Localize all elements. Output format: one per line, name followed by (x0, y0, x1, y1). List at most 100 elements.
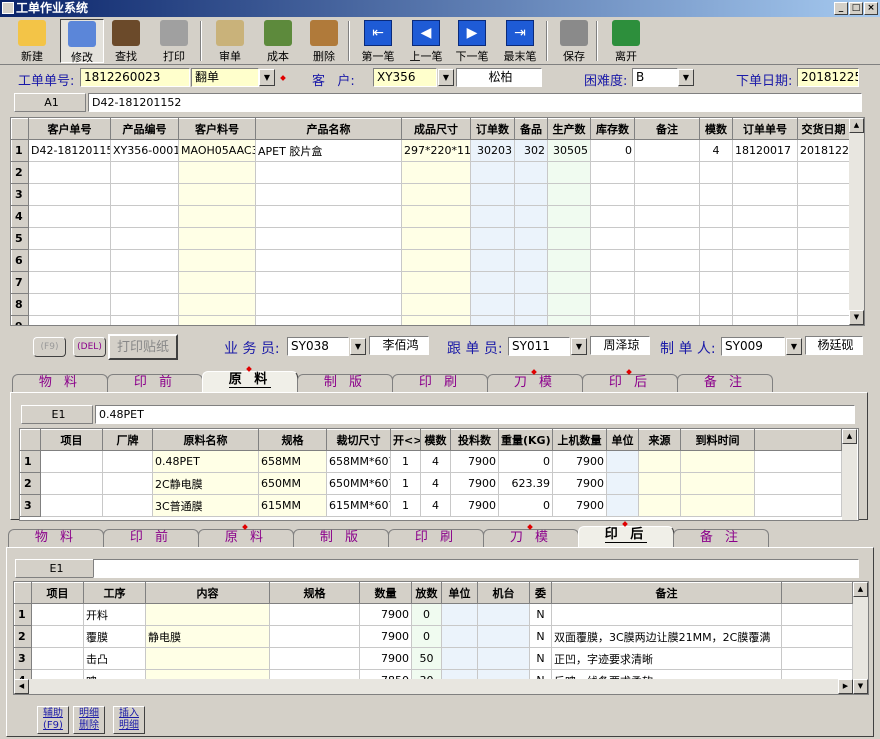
table-cell[interactable] (634, 249, 700, 272)
table-cell[interactable] (255, 205, 402, 228)
sales-name-field[interactable]: 李佰鸿 (369, 336, 429, 355)
table-cell[interactable] (699, 271, 733, 294)
tab-0[interactable]: 物 料 (12, 374, 108, 392)
table-cell[interactable]: 1 (390, 450, 421, 473)
table-cell[interactable] (269, 603, 360, 626)
table-cell[interactable] (590, 205, 635, 228)
table-cell[interactable] (178, 249, 256, 272)
table-cell[interactable] (178, 183, 256, 206)
table-cell[interactable]: 0 (590, 139, 635, 162)
column-header[interactable]: 单位 (441, 582, 478, 604)
table-cell[interactable] (102, 472, 153, 495)
toolbar-printer-button[interactable]: 打印 (152, 19, 196, 63)
table-cell[interactable] (797, 161, 850, 184)
table-cell[interactable]: 658MM (258, 450, 327, 473)
table-cell[interactable] (699, 293, 733, 316)
scroll-left-icon[interactable]: ◀ (14, 679, 29, 694)
table-cell[interactable] (110, 271, 179, 294)
table-cell[interactable]: XY356-0001 (110, 139, 179, 162)
vertical-scrollbar[interactable]: ▲ ▼ (849, 118, 864, 325)
table-cell[interactable]: N (529, 647, 552, 670)
column-header[interactable]: 项目 (31, 582, 84, 604)
table-cell[interactable] (401, 249, 471, 272)
table-cell[interactable] (441, 647, 478, 670)
table-cell[interactable]: 7900 (450, 450, 499, 473)
column-header[interactable]: 库存数 (590, 118, 635, 140)
table-cell[interactable]: 4 (420, 472, 451, 495)
table-cell[interactable]: 0 (411, 625, 442, 648)
table-cell[interactable] (477, 647, 530, 670)
column-header[interactable]: 备注 (551, 582, 782, 604)
table-cell[interactable] (40, 472, 103, 495)
customer-name-field[interactable]: 松柏 (456, 68, 542, 87)
table-cell[interactable]: 623.39 (498, 472, 553, 495)
table-cell[interactable] (590, 161, 635, 184)
table-cell[interactable] (470, 205, 515, 228)
table-cell[interactable] (28, 293, 111, 316)
column-header[interactable]: 产品名称 (255, 118, 402, 140)
table-cell[interactable] (178, 205, 256, 228)
table-row[interactable]: 3 击凸 7900 50 N 正凹，字迹要求清晰 (14, 647, 853, 670)
maker-name-field[interactable]: 杨廷砚 (805, 336, 863, 355)
table-cell[interactable]: 7900 (359, 603, 412, 626)
table-cell[interactable] (255, 227, 402, 250)
table-cell[interactable] (441, 625, 478, 648)
table-cell[interactable] (547, 293, 591, 316)
tab-5[interactable]: 刀 模 (483, 524, 579, 547)
column-header[interactable]: 来源 (638, 429, 681, 451)
table-row[interactable]: 3 (11, 183, 850, 206)
table-cell[interactable] (401, 161, 471, 184)
table-row[interactable]: 5 (11, 227, 850, 250)
table-cell[interactable] (547, 227, 591, 250)
table-cell[interactable] (732, 205, 798, 228)
column-header[interactable]: 放数 (411, 582, 442, 604)
table-cell[interactable] (638, 450, 681, 473)
table-cell[interactable] (514, 271, 548, 294)
table-cell[interactable] (40, 494, 103, 517)
toolbar-binoculars-button[interactable]: 查找 (104, 19, 148, 63)
column-header[interactable]: 模数 (699, 118, 733, 140)
table-cell[interactable]: 击凸 (83, 647, 146, 670)
table-cell[interactable] (110, 293, 179, 316)
table-cell[interactable] (269, 647, 360, 670)
table-cell[interactable]: 7900 (359, 647, 412, 670)
tab-6[interactable]: 印 后 (578, 521, 674, 547)
scroll-right-icon[interactable]: ▶ (838, 679, 853, 694)
table-cell[interactable] (110, 161, 179, 184)
scroll-up-icon[interactable]: ▲ (849, 118, 864, 133)
table-cell[interactable] (634, 205, 700, 228)
table-cell[interactable] (470, 249, 515, 272)
table-cell[interactable] (797, 227, 850, 250)
follow-dropdown-icon[interactable]: ▼ (571, 338, 587, 355)
difficulty-dropdown-icon[interactable]: ▼ (678, 69, 694, 86)
tab-7[interactable]: 备 注 (677, 374, 773, 392)
table-cell[interactable] (797, 183, 850, 206)
table-cell[interactable]: 30203 (470, 139, 515, 162)
table-cell[interactable] (797, 249, 850, 272)
table-cell[interactable]: 658MM*607MM (326, 450, 391, 473)
table-cell[interactable] (470, 293, 515, 316)
column-header[interactable]: 规格 (269, 582, 360, 604)
table-cell[interactable] (110, 183, 179, 206)
column-header[interactable]: 产品编号 (110, 118, 179, 140)
table-cell[interactable]: 3C普通膜 (152, 494, 259, 517)
table-cell[interactable] (28, 271, 111, 294)
del-button[interactable]: (DEL) (73, 337, 106, 357)
table-cell[interactable] (606, 472, 639, 495)
table-cell[interactable] (590, 293, 635, 316)
column-header[interactable]: 重量(KG) (498, 429, 553, 451)
table-cell[interactable] (178, 315, 256, 325)
column-header[interactable]: 委 (529, 582, 552, 604)
table-cell[interactable] (547, 249, 591, 272)
maker-dropdown-icon[interactable]: ▼ (786, 338, 802, 355)
table-cell[interactable] (40, 450, 103, 473)
table-cell[interactable] (401, 205, 471, 228)
cell-value-field[interactable]: D42-181201152 (88, 93, 862, 112)
table-row[interactable]: 22C静电膜650MM650MM*607MM147900623.397900 (20, 472, 842, 495)
material-cell-value[interactable]: 0.48PET (95, 405, 855, 424)
table-cell[interactable] (699, 249, 733, 272)
tab-3[interactable]: 制 版 (297, 374, 393, 392)
table-cell[interactable]: 覆膜 (83, 625, 146, 648)
table-cell[interactable] (255, 315, 402, 325)
table-cell[interactable] (634, 183, 700, 206)
